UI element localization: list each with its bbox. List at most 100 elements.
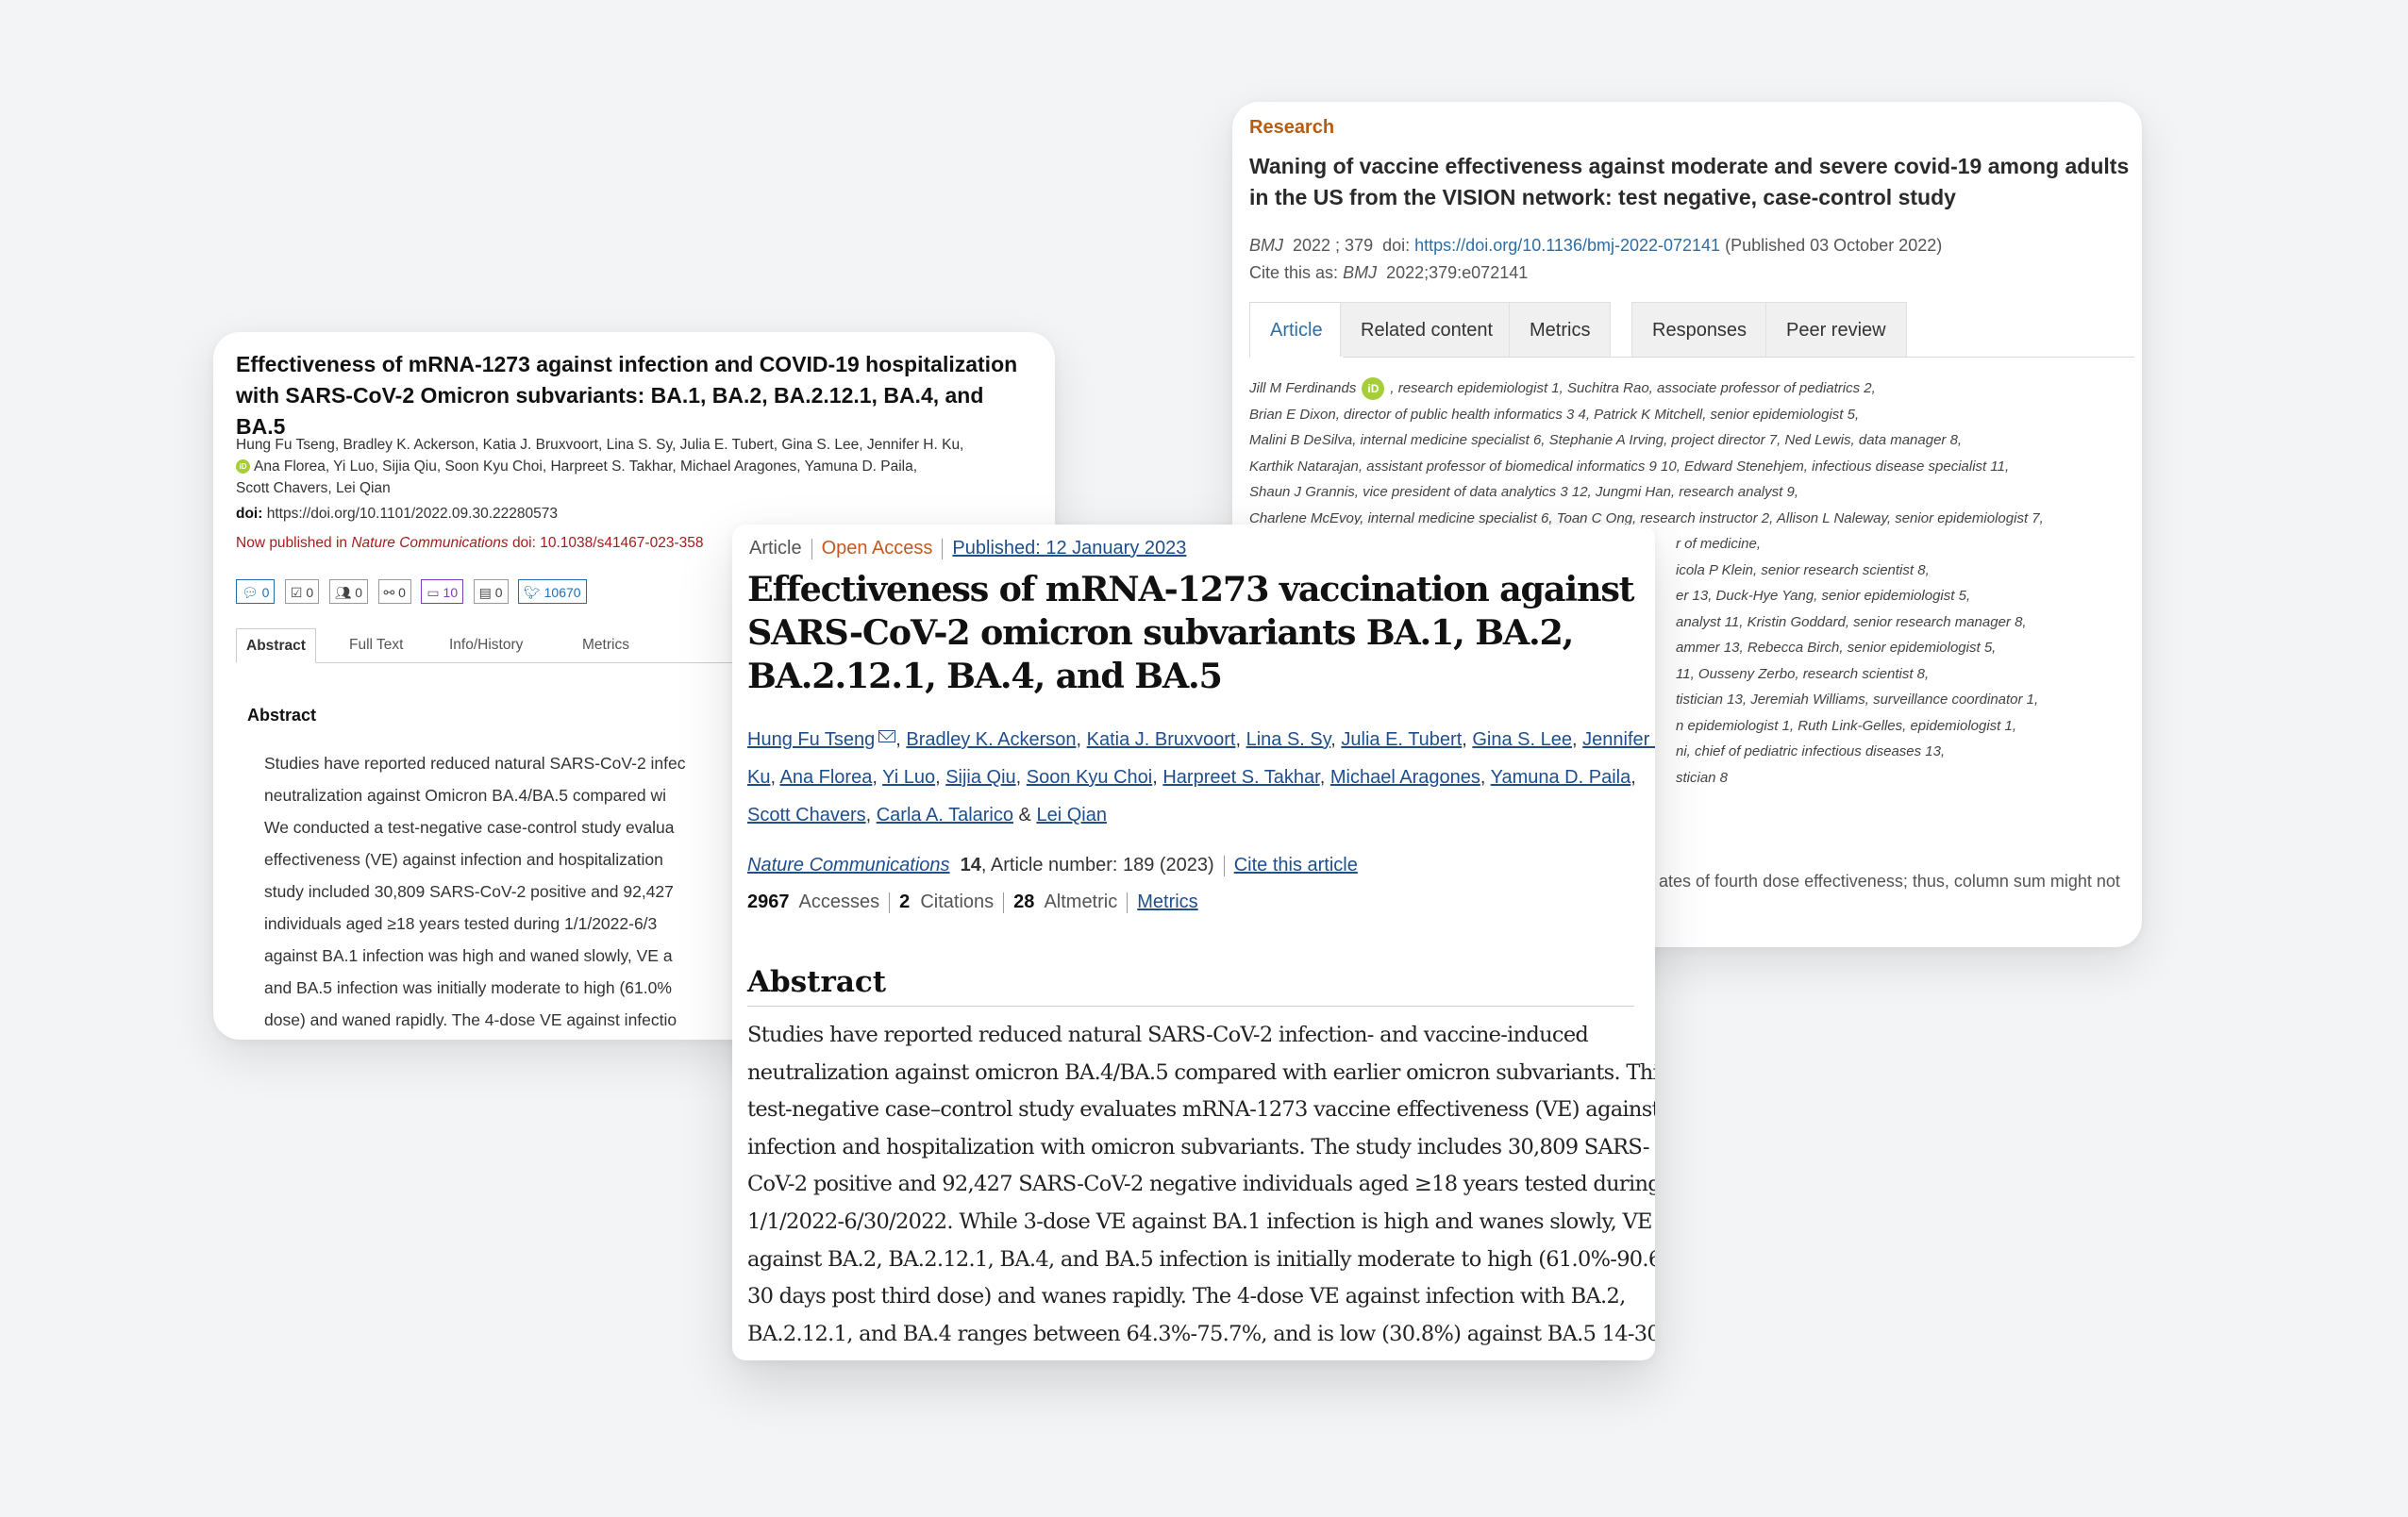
cite-reference: 2022;379:e072141 (1386, 263, 1529, 282)
blogs-badge[interactable]: ▭ 10 (421, 579, 464, 604)
altmetric-score: 28 (1013, 892, 1035, 912)
tab-full-text[interactable]: Full Text (340, 628, 412, 662)
year-volume: 2022 ; 379 (1293, 236, 1374, 255)
tab-related-content[interactable]: Related content (1340, 302, 1514, 357)
author-link[interactable]: Jennifer H. (1582, 729, 1655, 750)
author-link[interactable]: Carla A. Talarico (877, 805, 1013, 825)
open-access-badge: Open Access (821, 538, 933, 558)
published-date-link[interactable]: Published: 12 January 2023 (952, 538, 1186, 558)
accesses-count: 2967 (747, 892, 790, 912)
journal-name: BMJ (1249, 236, 1283, 255)
author-link[interactable]: Yamuna D. Paila (1491, 767, 1631, 788)
badge-count: 0 (306, 585, 314, 600)
author-link[interactable]: Yi Luo (882, 767, 935, 788)
table-footnote: ates of fourth dose effectiveness; thus,… (1659, 872, 2120, 891)
author-row: Shaun J Grannis, vice president of data … (1249, 484, 1798, 500)
share-icon: ⚯ (383, 585, 395, 600)
author-line: Hung Fu Tseng, Bradley K. Ackerson, Kati… (236, 437, 964, 453)
author-row: Hung Fu Tseng, Bradley K. Ackerson, Kati… (747, 721, 1655, 758)
tab-metrics[interactable]: Metrics (573, 628, 639, 662)
author-link[interactable]: Michael Aragones (1330, 767, 1480, 788)
now-published-label: Now published in (236, 535, 348, 551)
metrics-link[interactable]: Metrics (1137, 892, 1197, 912)
author-link[interactable]: Ana Florea (779, 767, 872, 788)
author-link[interactable]: Bradley K. Ackerson (906, 729, 1076, 750)
checkbox-icon: ☑ (290, 585, 303, 600)
users-icon: 👥︎ (334, 585, 352, 600)
tab-responses[interactable]: Responses (1631, 302, 1768, 357)
author-link[interactable]: Lei Qian (1036, 805, 1107, 825)
author-row: Scott Chavers, Carla A. Talarico & Lei Q… (747, 805, 1107, 825)
author-row: Jill M Ferdinands iD , research epidemiolo… (1249, 375, 2136, 402)
author-name[interactable]: Jill M Ferdinands (1249, 380, 1356, 396)
tab-peer-review[interactable]: Peer review (1765, 302, 1907, 357)
film-icon: ▤ (478, 585, 492, 600)
share-badge[interactable]: ⚯ 0 (377, 579, 411, 604)
abstract-line: Studies have reported reduced natural SA… (747, 1023, 1589, 1047)
monitor-icon: ▭ (426, 585, 440, 600)
abstract-heading: Abstract (247, 706, 317, 725)
badge-count: 10670 (543, 585, 581, 600)
article-title: Effectiveness of mRNA-1273 against infec… (236, 352, 1018, 439)
doi-link[interactable]: https://doi.org/10.1136/bmj-2022-072141 (1414, 236, 1720, 255)
orcid-icon[interactable]: iD (236, 459, 250, 475)
twitter-icon: 🐦︎ (523, 585, 541, 600)
author-link[interactable]: Scott Chavers (747, 805, 866, 825)
article-meta: Article Open Access Published: 12 January … (749, 538, 1186, 559)
tab-metrics[interactable]: Metrics (1509, 302, 1612, 357)
comments-badge[interactable]: 💬︎ 0 (236, 579, 276, 604)
article-title: Waning of vaccine effectiveness against … (1249, 154, 2130, 209)
author-list: Hung Fu Tseng, Bradley K. Ackerson, Kati… (747, 721, 1655, 834)
checks-badge[interactable]: ☑ 0 (284, 579, 320, 604)
author-link[interactable]: Ku (747, 767, 770, 788)
citations-count: 2 (899, 892, 911, 912)
mail-icon[interactable] (878, 730, 896, 742)
author-link[interactable]: Lina S. Sy (1246, 729, 1331, 750)
altmetric-label: Altmetric (1044, 892, 1118, 912)
journal-link[interactable]: Nature Communications (351, 535, 508, 551)
users-badge[interactable]: 👥︎ 0 (328, 579, 369, 604)
volume: 14 (960, 855, 981, 875)
author-row: Karthik Natarajan, assistant professor o… (1249, 458, 2010, 475)
tab-article[interactable]: Article (1249, 302, 1344, 358)
doi-link[interactable]: https://doi.org/10.1101/2022.09.30.22280… (267, 506, 558, 522)
published-doi[interactable]: doi: 10.1038/s41467-023-358 (512, 535, 704, 551)
author-row: Ku, Ana Florea, Yi Luo, Sijia Qiu, Soon … (747, 767, 1636, 788)
badge-count: 0 (355, 585, 363, 600)
author-list: Hung Fu Tseng, Bradley K. Ackerson, Kati… (236, 434, 1010, 499)
nature-article-card: Article Open Access Published: 12 January … (732, 525, 1655, 1360)
author-link[interactable]: Hung Fu Tseng (747, 729, 875, 750)
twitter-badge[interactable]: 🐦︎ 10670 (517, 579, 587, 604)
abstract-line: infection and hospitalization with omicr… (747, 1134, 1649, 1159)
accesses-label: Accesses (798, 892, 880, 912)
citation-block: BMJ 2022 ; 379 doi: https://doi.org/10.1… (1249, 232, 1942, 287)
published-date: (Published 03 October 2022) (1725, 236, 1943, 255)
tab-abstract[interactable]: Abstract (236, 628, 316, 663)
author-link[interactable]: Sijia Qiu (945, 767, 1015, 788)
abstract-text: Studies have reported reduced natural SA… (747, 1017, 1655, 1353)
author-link[interactable]: Katia J. Bruxvoort (1087, 729, 1236, 750)
doi-label: doi: (1382, 236, 1411, 255)
author-names: Ana Florea, Yi Luo, Sijia Qiu, Soon Kyu … (254, 458, 918, 475)
author-affiliation: , research epidemiologist 1, Suchitra Ra… (1390, 380, 1876, 396)
badge-count: 0 (398, 585, 406, 600)
now-published-notice: Now published in Nature Communications d… (236, 535, 703, 552)
author-link[interactable]: Harpreet S. Takhar (1162, 767, 1319, 788)
article-type: Article (749, 538, 802, 558)
citations-label: Citations (920, 892, 995, 912)
section-label: Research (1249, 117, 1335, 138)
author-link[interactable]: Julia E. Tubert (1341, 729, 1462, 750)
cite-this-article-link[interactable]: Cite this article (1234, 855, 1358, 875)
video-badge[interactable]: ▤ 0 (473, 579, 509, 604)
author-link[interactable]: Soon Kyu Choi (1027, 767, 1152, 788)
journal-link[interactable]: Nature Communications (747, 855, 950, 875)
author-link[interactable]: Gina S. Lee (1472, 729, 1572, 750)
metric-badges: 💬︎ 0 ☑ 0 👥︎ 0 ⚯ 0 ▭ 10 ▤ 0 🐦︎ 10670 (236, 579, 593, 606)
abstract-line: neutralization against omicron BA.4/BA.5… (747, 1059, 1655, 1085)
author-row: Brian E Dixon, director of public health… (1249, 406, 1860, 423)
doi-line: doi: https://doi.org/10.1101/2022.09.30.… (236, 506, 558, 523)
abstract-line: 1/1/2022-6/30/2022. While 3-dose VE agai… (747, 1209, 1652, 1234)
orcid-icon[interactable]: iD (1362, 377, 1385, 401)
tab-info-history[interactable]: Info/History (440, 628, 532, 662)
metrics-line: 2967 Accesses 2 Citations 28 Altmetric Metr… (747, 892, 1198, 913)
